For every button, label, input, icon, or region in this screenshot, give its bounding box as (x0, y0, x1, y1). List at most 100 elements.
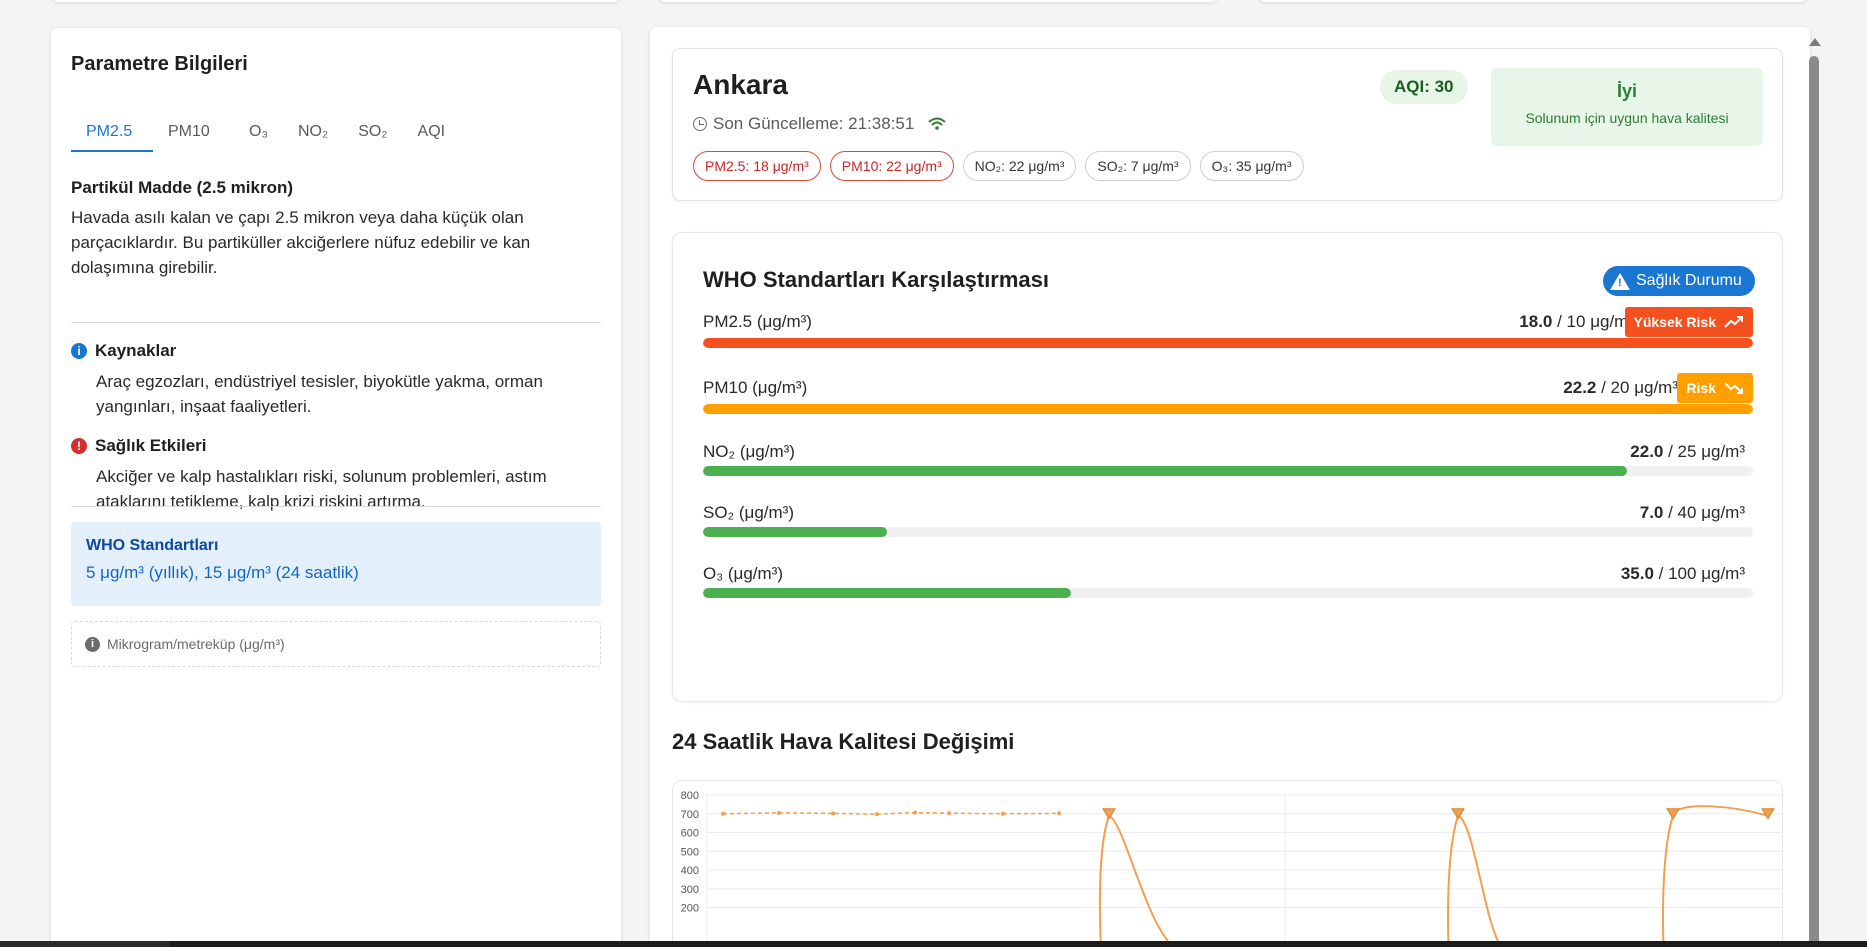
tab-no2[interactable]: NO₂ (283, 112, 343, 152)
limit-progress-bar (703, 527, 1753, 537)
measured-value: 22.2 (1563, 378, 1597, 397)
pollutant-chip: PM2.5: 18 μg/m³ (693, 151, 821, 181)
divider (71, 506, 601, 507)
pollutant-chip: SO₂: 7 μg/m³ (1085, 151, 1191, 181)
pollutant-chips: PM2.5: 18 μg/m³ PM10: 22 μg/m³ NO₂: 22 μg/… (693, 151, 1304, 181)
pollutant-label: PM2.5 (μg/m³) (703, 312, 812, 331)
y-tick-label: 600 (681, 828, 699, 840)
health-status-button[interactable]: ! Sağlık Durumu (1603, 266, 1755, 296)
series-curve (1662, 805, 1769, 947)
measured-value: 22.0 (1630, 442, 1664, 461)
trending-up-icon (1724, 316, 1743, 328)
data-point (875, 812, 879, 817)
limit-progress-fill (703, 404, 1753, 414)
status-description: Solunum için uygun hava kalitesi (1525, 110, 1729, 126)
limit-progress-fill (703, 527, 887, 537)
unit-note: i Mikrogram/metreküp (μg/m³) (71, 621, 601, 667)
health-title: Sağlık Etkileri (95, 436, 207, 455)
who-limit: / 25 μg/m³ (1663, 442, 1745, 461)
measured-value: 35.0 (1620, 564, 1654, 583)
high-risk-badge: Yüksek Risk (1624, 307, 1753, 337)
who-limit: / 100 μg/m³ (1653, 564, 1745, 583)
who-limit: / 40 μg/m³ (1663, 503, 1745, 522)
who-standards-title: WHO Standartları (86, 537, 219, 554)
limit-progress-bar (703, 588, 1753, 598)
taskbar (0, 941, 1867, 947)
hourly-chart-card: 800 700 600 500 400 300 200 (672, 780, 1783, 947)
top-card-stub (658, 0, 1218, 2)
pollutant-chip: O₃: 35 μg/m³ (1199, 151, 1304, 181)
hourly-line-chart: 800 700 600 500 400 300 200 (681, 790, 1782, 947)
limit-progress-bar (703, 466, 1753, 476)
pollutant-chip: NO₂: 22 μg/m³ (962, 151, 1077, 181)
limit-progress-fill (703, 466, 1627, 476)
pollutant-label: SO₂ (μg/m³) (703, 503, 795, 522)
top-card-stub (51, 0, 621, 2)
tab-pm25[interactable]: PM2.5 (71, 112, 153, 152)
alert-icon: ! (71, 438, 87, 454)
risk-label: Yüksek Risk (1633, 314, 1717, 330)
y-tick-label: 300 (681, 884, 699, 896)
unit-note-text: Mikrogram/metreküp (μg/m³) (107, 636, 285, 652)
wifi-icon (928, 117, 946, 130)
panel-title: Parametre Bilgileri (71, 53, 248, 75)
data-point (777, 810, 781, 815)
city-name: Ankara (693, 69, 788, 100)
who-standards-box: WHO Standartları 5 μg/m³ (yıllık), 15 μg… (71, 522, 601, 606)
divider (71, 322, 601, 323)
pollutant-label: PM10 (μg/m³) (703, 378, 808, 397)
y-tick-label: 200 (681, 903, 699, 915)
measured-value: 18.0 (1519, 312, 1553, 331)
parameter-subtitle: Partikül Madde (2.5 mikron) (71, 178, 293, 197)
parameter-info-panel: Parametre Bilgileri PM2.5 PM10 O₃ NO₂ SO… (51, 28, 621, 947)
series-curve (1098, 814, 1169, 947)
who-limit: / 10 μg/m³ (1552, 312, 1634, 331)
data-point (831, 811, 835, 816)
who-limit: / 20 μg/m³ (1596, 378, 1678, 397)
scrollbar-thumb[interactable] (1809, 56, 1819, 947)
y-tick-label: 500 (681, 846, 699, 858)
data-point (913, 810, 917, 815)
data-point (947, 811, 951, 816)
pollutant-value: 35.0 / 100 μg/m³ (1621, 564, 1745, 584)
health-status-label: Sağlık Durumu (1636, 272, 1742, 289)
limit-progress-fill (703, 338, 1753, 348)
pollutant-value: 22.2 / 20 μg/m³ (1563, 378, 1678, 398)
pollutant-chip: PM10: 22 μg/m³ (829, 151, 954, 181)
info-icon: i (85, 636, 100, 652)
who-standards-value: 5 μg/m³ (yıllık), 15 μg/m³ (24 saatlik) (86, 563, 359, 582)
tab-so2[interactable]: SO₂ (343, 112, 402, 152)
last-updated: Son Güncelleme: 21:38:51 (693, 114, 946, 134)
who-comparison-title: WHO Standartları Karşılaştırması (703, 267, 1050, 292)
y-tick-label: 700 (681, 809, 699, 821)
risk-badge: Risk (1677, 373, 1753, 403)
last-updated-text: Son Güncelleme: 21:38:51 (713, 114, 915, 133)
data-point (721, 811, 725, 816)
limit-progress-fill (703, 588, 1071, 598)
parameter-tabs: PM2.5 PM10 O₃ NO₂ SO₂ AQI (71, 112, 460, 152)
risk-label: Risk (1686, 380, 1716, 396)
sources-text: Araç egzozları, endüstriyel tesisler, bi… (96, 372, 543, 416)
pollutant-value: 22.0 / 25 μg/m³ (1630, 442, 1745, 462)
data-point (1057, 811, 1061, 816)
trending-down-icon (1724, 382, 1743, 394)
city-summary-card: Ankara Son Güncelleme: 21:38:51 PM2.5: 1… (672, 48, 1783, 201)
health-heading: ! Sağlık Etkileri (71, 436, 207, 456)
scroll-up-arrow-icon[interactable] (1809, 38, 1821, 46)
tab-pm10[interactable]: PM10 (153, 112, 234, 152)
y-tick-label: 400 (681, 865, 699, 877)
top-card-stub (1258, 0, 1808, 2)
clock-icon (693, 117, 707, 131)
who-comparison-card: WHO Standartları Karşılaştırması ! Sağlı… (672, 232, 1783, 702)
limit-progress-bar (703, 404, 1753, 414)
pollutant-value: 18.0 / 10 μg/m³ (1519, 312, 1634, 332)
pollutant-label: O₃ (μg/m³) (703, 564, 783, 583)
tab-aqi[interactable]: AQI (403, 112, 461, 152)
tab-o3[interactable]: O₃ (234, 112, 283, 152)
parameter-description: Havada asılı kalan ve çapı 2.5 mikron ve… (71, 208, 531, 277)
sources-heading: i Kaynaklar (71, 341, 176, 361)
limit-progress-bar (703, 338, 1753, 348)
measured-value: 7.0 (1639, 503, 1664, 522)
sources-title: Kaynaklar (95, 341, 177, 360)
series-curve (1447, 814, 1499, 947)
